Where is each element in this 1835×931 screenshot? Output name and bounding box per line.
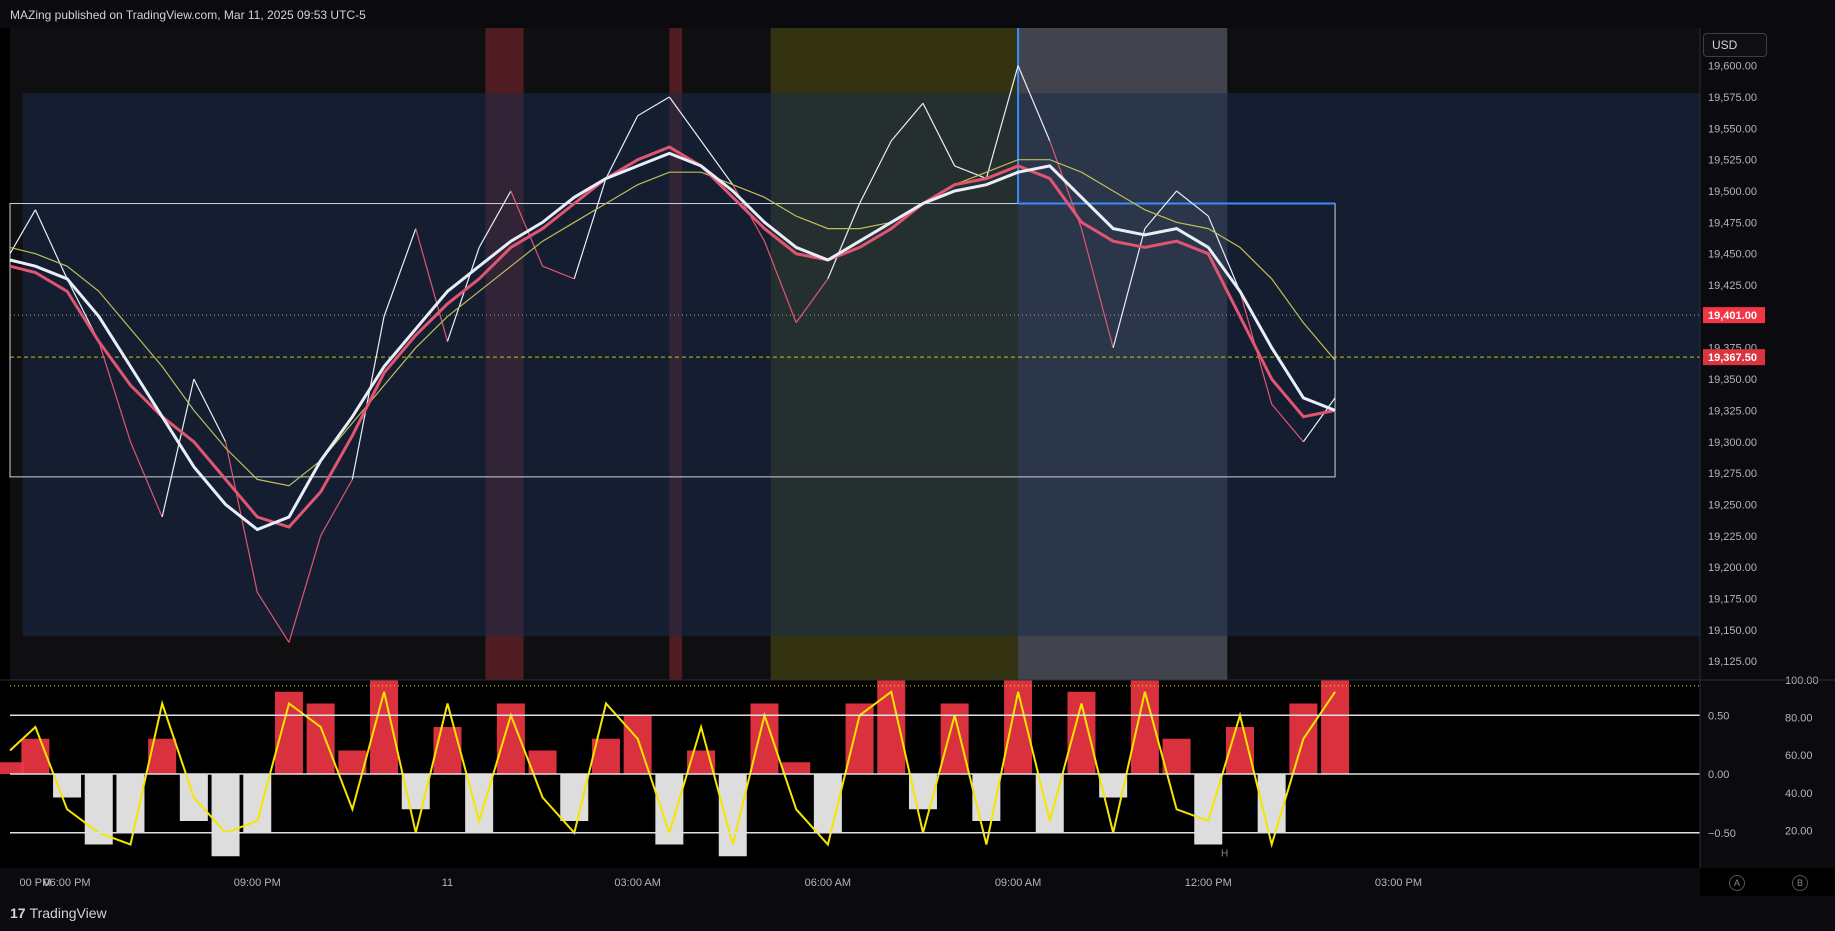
osc-right-label: 20.00 [1785,825,1813,837]
osc-left-label: −0.50 [1708,828,1736,840]
x-tick-label: 03:00 PM [1375,877,1422,889]
osc-left-label: 0.00 [1708,769,1729,781]
x-tick-label: 09:00 PM [234,877,281,889]
y-tick-label: 19,575.00 [1708,92,1757,104]
osc-left-label: 0.50 [1708,710,1729,722]
publisher-header: MAZing published on TradingView.com, Mar… [0,0,1835,28]
histogram-bar [782,762,811,774]
y-tick-label: 19,600.00 [1708,61,1757,73]
histogram-bar [1162,738,1191,774]
y-tick-label: 19,175.00 [1708,594,1757,606]
x-tick-label: 12:00 PM [1185,877,1232,889]
osc-right-label: 80.00 [1785,713,1813,725]
footer: 17 TradingView [0,896,1835,931]
histogram-bar [1194,774,1223,845]
x-tick-label: 03:00 AM [614,877,660,889]
price-chart[interactable]: H 19,125.00 19,150.00 19,175.00 19,200.00 19… [0,28,1835,898]
histogram-bar [306,703,335,774]
histogram-bar [560,774,589,821]
histogram-bar [433,727,462,774]
histogram-bar [211,774,240,857]
oscillator-pane[interactable]: H [0,680,1700,868]
logo-text: TradingView [29,905,107,921]
x-tick-label: 06:00 AM [805,877,851,889]
y-tick-label: 19,275.00 [1708,468,1757,480]
auto-scale-button[interactable]: A [1729,875,1745,891]
y-tick-label: 19,250.00 [1708,499,1757,511]
y-tick-label: 19,325.00 [1708,405,1757,417]
osc-right-label: 100.00 [1785,675,1819,687]
histogram-bar [84,774,113,845]
histogram-bar [940,703,969,774]
x-tick-label: 09:00 AM [995,877,1041,889]
osc-right-label: 40.00 [1785,788,1813,800]
x-tick-label: 11 [442,877,453,889]
y-tick-label: 19,500.00 [1708,186,1757,198]
y-tick-label: 19,450.00 [1708,249,1757,261]
last-price-tag: 19,401.00 [1708,310,1757,322]
y-tick-label: 19,200.00 [1708,562,1757,574]
y-tick-label: 19,475.00 [1708,217,1757,229]
logo-mark: 17 [10,905,26,921]
histogram-bar [21,738,50,774]
osc-marker-text: H [1221,848,1228,859]
log-scale-button[interactable]: B [1792,875,1808,891]
range-box [22,93,1700,637]
tradingview-logo[interactable]: 17 TradingView [10,905,107,921]
y-tick-label: 19,350.00 [1708,374,1757,386]
y-tick-label: 19,550.00 [1708,123,1757,135]
histogram-bar [0,762,24,774]
currency-button[interactable]: USD [1703,33,1767,57]
ref-price-tag: 19,367.50 [1708,352,1757,364]
y-tick-label: 19,150.00 [1708,625,1757,637]
y-tick-label: 19,125.00 [1708,656,1757,668]
y-tick-label: 19,225.00 [1708,531,1757,543]
y-tick-label: 19,425.00 [1708,280,1757,292]
histogram-bar [845,703,874,774]
x-tick-label: 06:00 PM [44,877,91,889]
y-tick-label: 19,300.00 [1708,437,1757,449]
osc-right-label: 60.00 [1785,750,1813,762]
publisher-text: MAZing published on TradingView.com, Mar… [10,8,366,22]
y-tick-label: 19,525.00 [1708,155,1757,167]
histogram-bar [1321,680,1350,774]
